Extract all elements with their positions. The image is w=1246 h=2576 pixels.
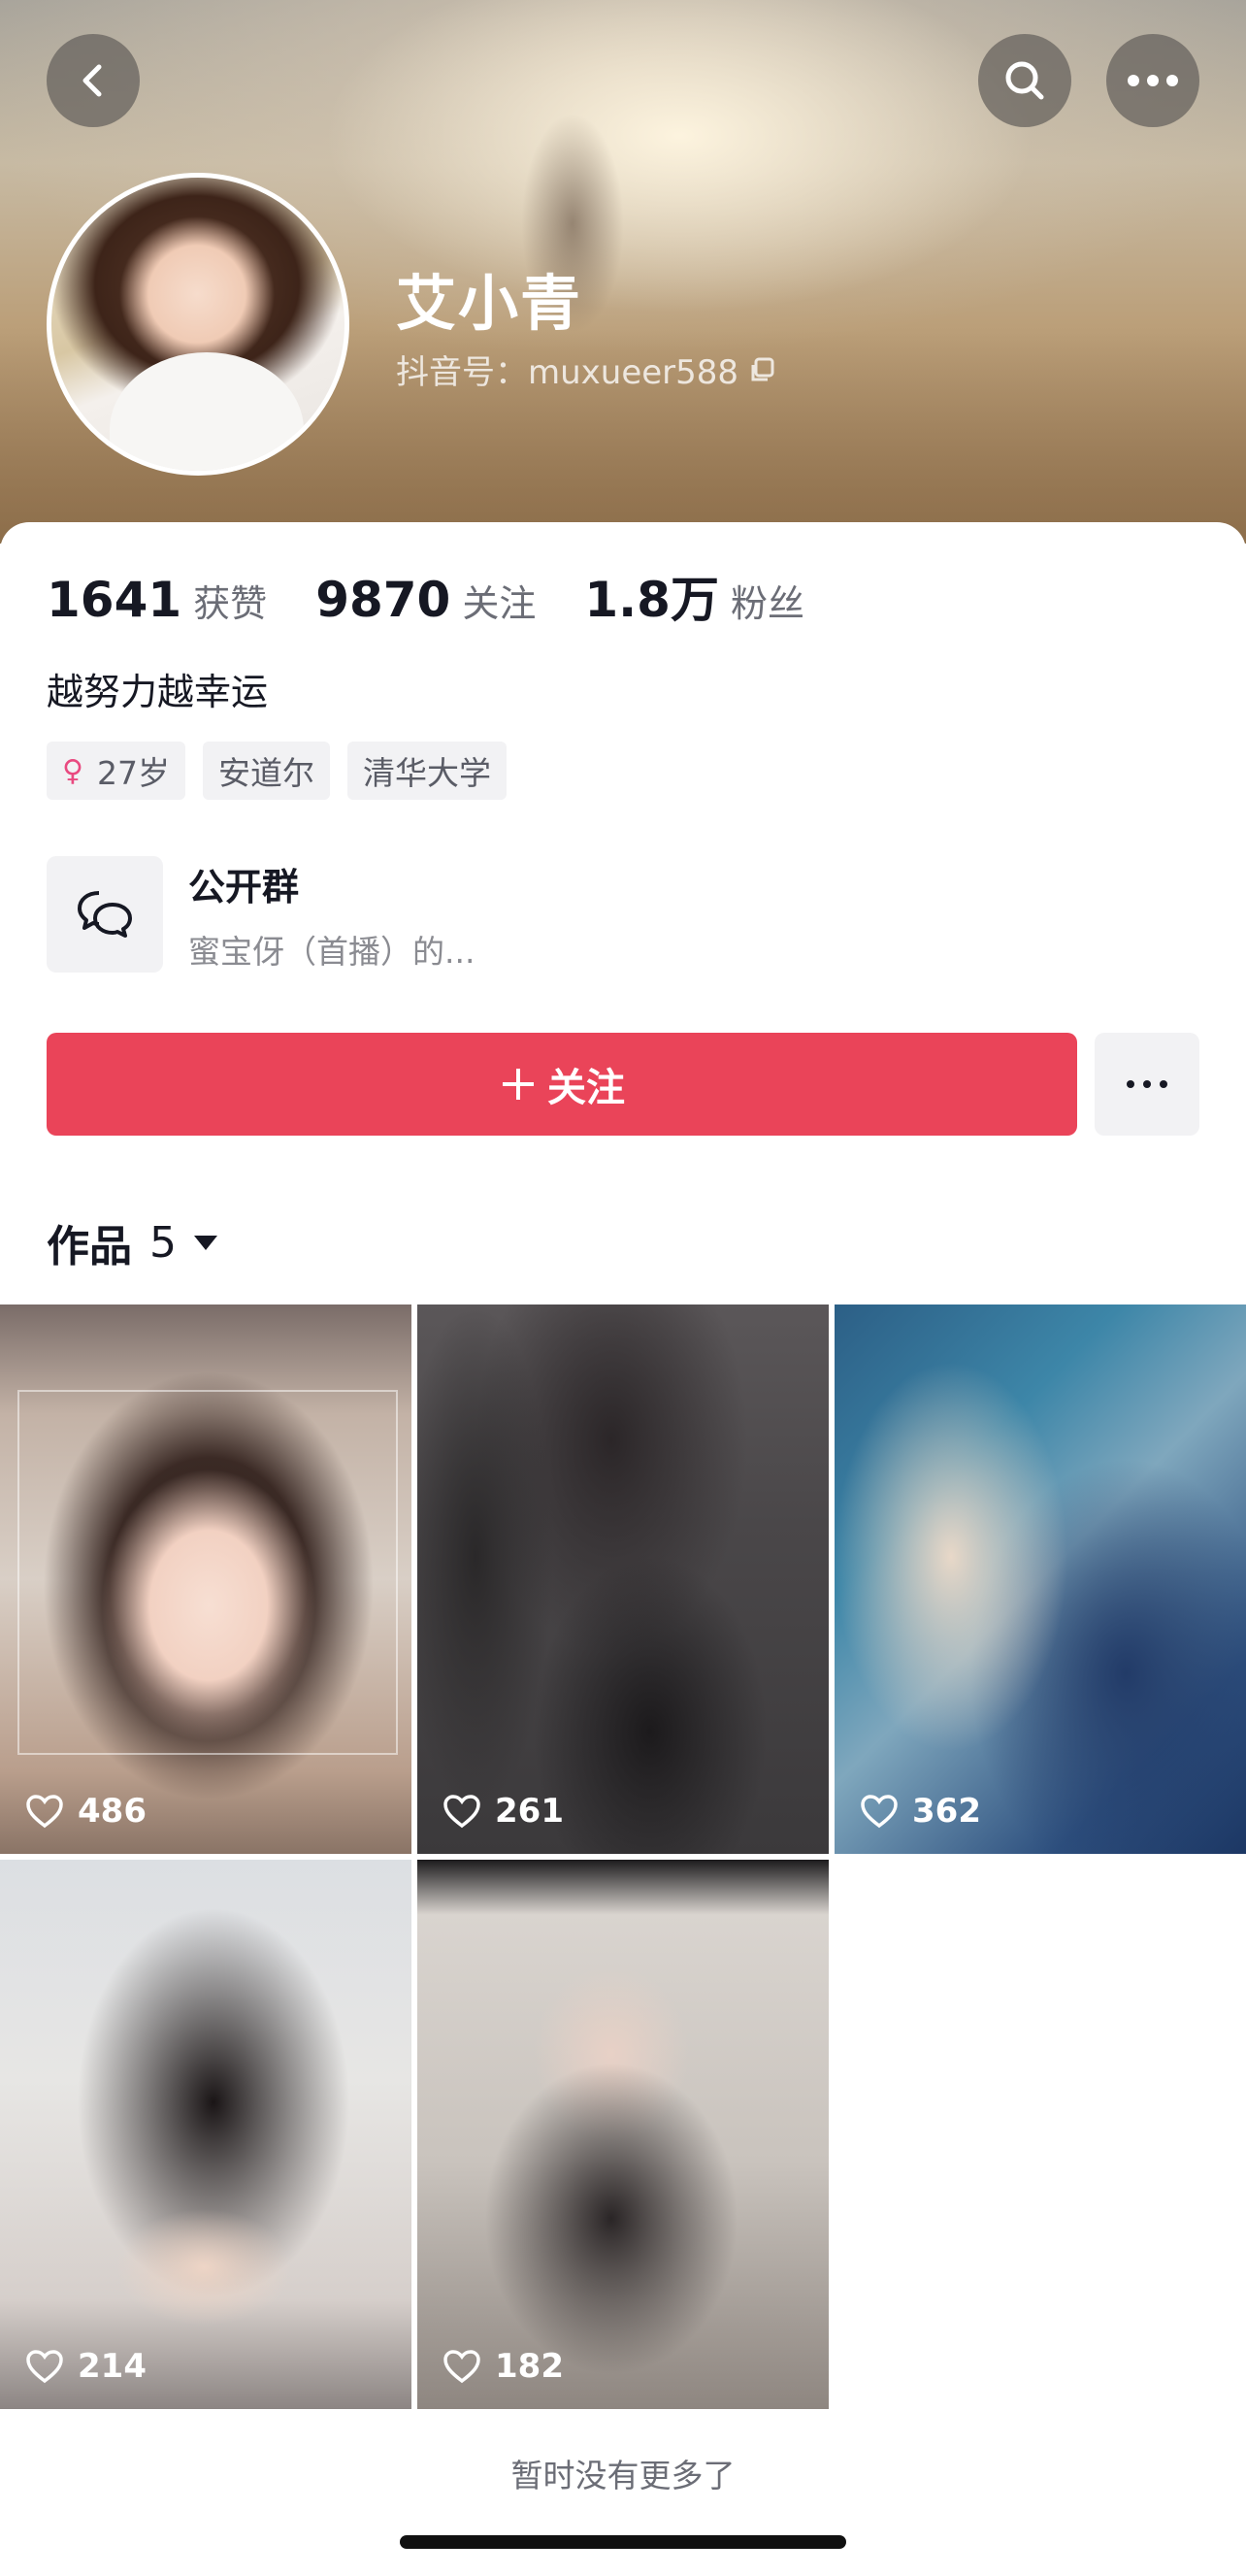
profile-name: 艾小青 [396, 268, 583, 339]
avatar[interactable] [47, 173, 349, 476]
like-count-text: 214 [78, 2347, 147, 2386]
search-icon [1005, 61, 1044, 100]
thumbnail-frame [17, 1390, 398, 1755]
heart-icon [861, 1795, 898, 1829]
like-count: 362 [860, 1792, 981, 1831]
heart-icon [443, 2350, 480, 2384]
stat-likes-label: 获赞 [193, 582, 268, 625]
profile-card: 1641 获赞 9870 关注 1.8万 粉丝 越努力越幸运 ♀ 27岁 安道尔… [0, 522, 1246, 2576]
more-button[interactable] [1106, 34, 1199, 127]
like-count: 486 [25, 1792, 147, 1831]
avatar-shirt [110, 352, 304, 471]
copy-icon [751, 357, 774, 380]
stat-followers-label: 粉丝 [730, 582, 804, 625]
ellipsis-icon [1127, 1080, 1167, 1088]
heart-icon [26, 1795, 63, 1829]
tag-school[interactable]: 清华大学 [346, 742, 507, 800]
video-thumbnail[interactable]: 362 [835, 1305, 1246, 1854]
video-thumbnail[interactable]: 182 [417, 1860, 829, 2409]
search-button[interactable] [978, 34, 1071, 127]
video-thumbnail[interactable]: 486 [0, 1305, 411, 1854]
back-icon [82, 64, 102, 97]
thumbnail-image [417, 1305, 829, 1854]
group-subtitle: 蜜宝伢（首播）的... [188, 932, 475, 971]
options-button[interactable] [1095, 1033, 1199, 1136]
douyin-id-text: 抖音号：muxueer588 [396, 353, 739, 392]
stat-following[interactable]: 9870 关注 [315, 572, 536, 628]
stats-row: 1641 获赞 9870 关注 1.8万 粉丝 [47, 561, 853, 631]
group-title: 公开群 [188, 865, 300, 908]
like-count-text: 182 [495, 2347, 564, 2386]
tag-location: 安道尔 [202, 742, 330, 800]
no-more-text: 暂时没有更多了 [510, 2457, 736, 2494]
heart-icon [443, 1795, 480, 1829]
follow-label: 关注 [547, 1066, 625, 1110]
stat-following-label: 关注 [462, 582, 537, 625]
works-label: 作品 [47, 1222, 132, 1271]
stat-likes[interactable]: 1641 获赞 [47, 572, 267, 628]
bio: 越努力越幸运 [47, 671, 269, 713]
more-icon [1128, 75, 1178, 86]
like-count-text: 362 [912, 1792, 981, 1831]
like-count-text: 486 [78, 1792, 147, 1831]
group-icon-box [47, 856, 163, 973]
video-thumbnail[interactable]: 261 [417, 1305, 829, 1854]
home-indicator[interactable] [400, 2535, 846, 2549]
stat-followers-num: 1.8万 [584, 572, 719, 628]
douyin-id[interactable]: 抖音号：muxueer588 [396, 346, 777, 393]
like-count: 214 [25, 2347, 147, 2386]
caret-down-icon [194, 1236, 217, 1250]
stat-followers[interactable]: 1.8万 粉丝 [584, 561, 804, 631]
works-tab[interactable]: 作品 5 [47, 1211, 219, 1273]
like-count: 182 [443, 2347, 564, 2386]
female-icon: ♀ [62, 753, 83, 788]
profile-banner: 艾小青 抖音号：muxueer588 [0, 0, 1246, 544]
like-count-text: 261 [495, 1792, 564, 1831]
stat-following-num: 9870 [315, 572, 451, 628]
tag-age-text: 27岁 [96, 754, 170, 792]
tag-age: ♀ 27岁 [47, 742, 185, 800]
like-count: 261 [443, 1792, 564, 1831]
follow-button[interactable]: 关注 [47, 1033, 1077, 1136]
back-button[interactable] [47, 34, 140, 127]
plus-icon [503, 1069, 534, 1100]
heart-icon [26, 2350, 63, 2384]
public-group[interactable]: 公开群 蜜宝伢（首播）的... [47, 856, 475, 973]
works-count: 5 [149, 1217, 177, 1268]
stat-likes-num: 1641 [47, 572, 182, 628]
video-thumbnail[interactable]: 214 [0, 1860, 411, 2409]
tag-row: ♀ 27岁 安道尔 清华大学 [47, 742, 507, 800]
group-chat-icon [78, 891, 132, 938]
